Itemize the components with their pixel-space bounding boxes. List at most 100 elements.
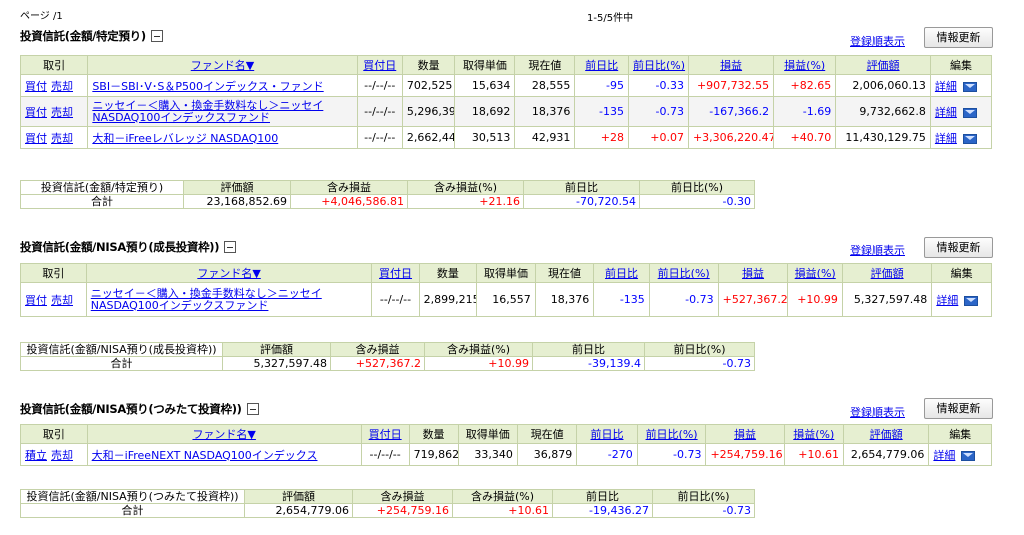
accumulate-link[interactable]: 積立 [25, 449, 47, 462]
update-info-button[interactable]: 情報更新 [924, 237, 993, 258]
detail-link[interactable]: 詳細 [935, 80, 957, 93]
sort-registration-order-link[interactable]: 登録順表示 [850, 33, 905, 49]
buy-link[interactable]: 買付 [25, 132, 47, 145]
sell-link[interactable]: 売却 [51, 294, 73, 307]
mail-icon[interactable] [962, 133, 977, 144]
valuation: 2,006,060.13 [835, 74, 931, 97]
header-pl-sort[interactable]: 損益 [734, 428, 756, 441]
quantity: 2,662,442 [401, 126, 456, 149]
collapse-icon[interactable] [150, 30, 163, 42]
current-price: 36,879 [516, 443, 578, 466]
fund-name-link[interactable]: SBI－SBI･V･S＆P500インデックス・ファンド [92, 80, 323, 93]
mail-icon[interactable] [961, 450, 976, 461]
quantity: 5,296,399 [401, 96, 456, 127]
collapse-icon[interactable] [246, 403, 259, 415]
summary-total-label: 合計 [20, 194, 184, 209]
buy-link[interactable]: 買付 [25, 106, 47, 119]
day-change: -135 [574, 96, 630, 127]
summary-valuation: 2,654,779.06 [244, 503, 353, 518]
header-quantity: 数量 [408, 424, 459, 444]
fund-name-link[interactable]: 大和－iFreeレバレッジ NASDAQ100 [92, 132, 278, 145]
header-valuation-sort[interactable]: 評価額 [870, 428, 903, 441]
current-price: 18,376 [534, 282, 595, 317]
sort-registration-order-link[interactable]: 登録順表示 [850, 242, 905, 258]
fund-name-link[interactable]: ニッセイ－＜購入・換金手数料なし＞ニッセイNASDAQ100インデックスファンド [92, 99, 323, 124]
header-buy-date-sort[interactable]: 買付日 [369, 428, 402, 441]
detail-link[interactable]: 詳細 [936, 294, 958, 307]
header-valuation-sort[interactable]: 評価額 [871, 267, 904, 280]
section-title-text: 投資信託(金額/NISA預り(成長投資枠)) [20, 240, 220, 254]
summary-table-tokutei: 投資信託(金額/特定預り) 評価額 含み損益 含み損益(%) 前日比 前日比(%… [20, 180, 755, 209]
summary-table-nisa-tsumitate: 投資信託(金額/NISA預り(つみたて投資枠)) 評価額 含み損益 含み損益(%… [20, 489, 755, 518]
detail-link[interactable]: 詳細 [933, 449, 955, 462]
header-day-change-pct-sort[interactable]: 前日比(%) [646, 428, 698, 441]
profit-loss-pct: +82.65 [773, 74, 837, 97]
summary-header-unrealized-pct: 含み損益(%) [407, 180, 524, 195]
summary-day-change-pct: -0.30 [639, 194, 755, 209]
profit-loss-pct: +10.99 [787, 282, 843, 317]
sell-link[interactable]: 売却 [51, 106, 73, 119]
header-pl-pct-sort[interactable]: 損益(%) [793, 428, 834, 441]
day-change: -270 [576, 443, 638, 466]
page-info: ページ /1 [20, 11, 63, 22]
table-row: 買付 売却 SBI－SBI･V･S＆P500インデックス・ファンド --/--/-… [19, 74, 993, 97]
collapse-icon[interactable] [224, 241, 237, 253]
valuation: 9,732,662.8 [835, 96, 931, 127]
holdings-table-tokutei: 取引 ファンド名▼ 買付日 数量 取得単価 現在値 前日比 前日比(%) 損益 … [19, 55, 993, 149]
sell-link[interactable]: 売却 [51, 80, 73, 93]
buy-date: --/--/-- [360, 443, 410, 466]
header-day-change-pct-sort[interactable]: 前日比(%) [633, 59, 685, 72]
section-title-text: 投資信託(金額/NISA預り(つみたて投資枠)) [20, 402, 242, 416]
update-info-button[interactable]: 情報更新 [924, 27, 993, 48]
header-day-change-sort[interactable]: 前日比 [591, 428, 624, 441]
mail-icon[interactable] [964, 295, 979, 306]
section-title-nisa-growth: 投資信託(金額/NISA預り(成長投資枠)) [20, 239, 237, 255]
header-pl-pct-sort[interactable]: 損益(%) [795, 267, 836, 280]
summary-unrealized-pct: +10.61 [452, 503, 553, 518]
header-pl-sort[interactable]: 損益 [720, 59, 742, 72]
buy-link[interactable]: 買付 [25, 80, 47, 93]
unit-price: 30,513 [454, 126, 516, 149]
day-change: +28 [574, 126, 630, 149]
mail-icon[interactable] [962, 107, 977, 118]
summary-unrealized: +4,046,586.81 [290, 194, 408, 209]
header-valuation-sort[interactable]: 評価額 [867, 59, 900, 72]
detail-link[interactable]: 詳細 [935, 106, 957, 119]
sell-link[interactable]: 売却 [51, 132, 73, 145]
buy-link[interactable]: 買付 [25, 294, 47, 307]
header-fund-sort[interactable]: ファンド名▼ [191, 59, 254, 72]
summary-header-unrealized-pct: 含み損益(%) [424, 342, 533, 357]
header-buy-date-sort[interactable]: 買付日 [379, 267, 412, 280]
buy-date: --/--/-- [371, 282, 420, 317]
sort-registration-order-link[interactable]: 登録順表示 [850, 404, 905, 420]
summary-header-unrealized: 含み損益 [290, 180, 408, 195]
summary-header-day-change-pct: 前日比(%) [652, 489, 755, 504]
header-trade: 取引 [20, 424, 88, 444]
fund-name-link[interactable]: 大和－iFreeNEXT NASDAQ100インデックス [92, 449, 318, 462]
header-fund-sort[interactable]: ファンド名▼ [192, 428, 255, 441]
buy-date: --/--/-- [356, 74, 403, 97]
update-info-button[interactable]: 情報更新 [924, 398, 993, 419]
summary-account-label: 投資信託(金額/特定預り) [20, 180, 184, 195]
fund-name-link[interactable]: ニッセイ－＜購入・換金手数料なし＞ニッセイNASDAQ100インデックスファンド [91, 287, 322, 312]
unit-price: 18,692 [454, 96, 516, 127]
holdings-table-nisa-tsumitate: 取引 ファンド名▼ 買付日 数量 取得単価 現在値 前日比 前日比(%) 損益 … [20, 424, 992, 466]
sell-link[interactable]: 売却 [51, 449, 73, 462]
holdings-table-nisa-growth: 取引 ファンド名▼ 買付日 数量 取得単価 現在値 前日比 前日比(%) 損益 … [20, 263, 992, 317]
header-fund-sort[interactable]: ファンド名▼ [197, 267, 260, 280]
header-day-change-pct-sort[interactable]: 前日比(%) [658, 267, 710, 280]
mail-icon[interactable] [962, 81, 977, 92]
profit-loss: +254,759.16 [705, 443, 785, 466]
header-edit: 編集 [931, 263, 992, 283]
header-pl-sort[interactable]: 損益 [742, 267, 764, 280]
header-edit: 編集 [928, 424, 992, 444]
current-price: 18,376 [514, 96, 576, 127]
header-pl-pct-sort[interactable]: 損益(%) [784, 59, 825, 72]
detail-link[interactable]: 詳細 [935, 132, 957, 145]
section-title-nisa-tsumitate: 投資信託(金額/NISA預り(つみたて投資枠)) [20, 401, 259, 417]
header-buy-date-sort[interactable]: 買付日 [363, 59, 396, 72]
header-trade: 取引 [19, 55, 89, 75]
summary-header-day-change: 前日比 [532, 342, 645, 357]
header-day-change-sort[interactable]: 前日比 [585, 59, 618, 72]
header-day-change-sort[interactable]: 前日比 [605, 267, 638, 280]
